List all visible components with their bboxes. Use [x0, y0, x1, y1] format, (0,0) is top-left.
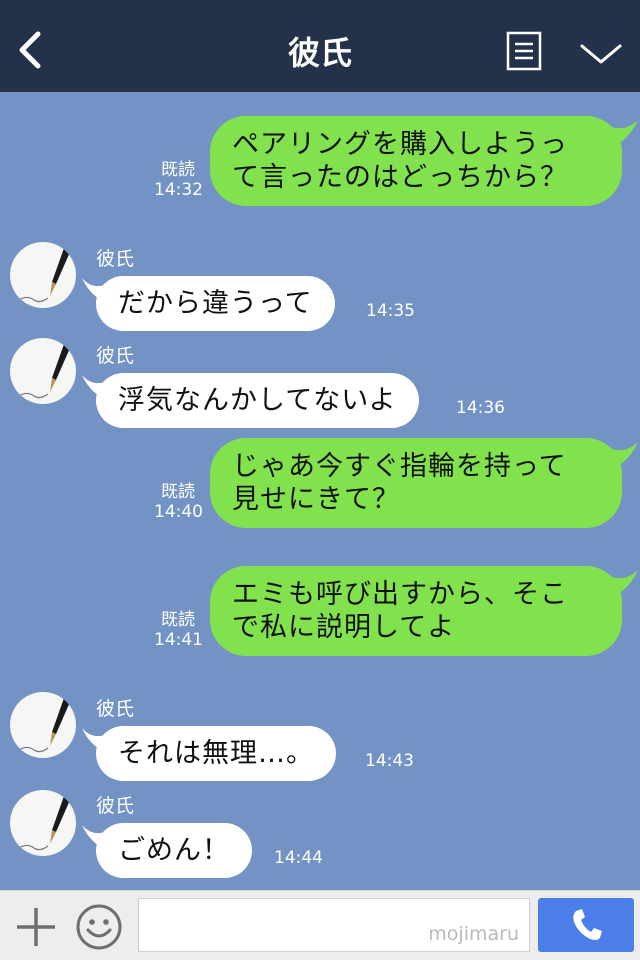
plus-icon: [17, 908, 55, 946]
message-time: 14:35: [366, 301, 415, 321]
message-time: 14:44: [274, 848, 323, 868]
sender-name: 彼氏: [96, 698, 135, 720]
their-message-bubble[interactable]: ごめん！: [96, 823, 252, 878]
sender-name: 彼氏: [96, 345, 135, 367]
message-time: 14:43: [365, 751, 414, 771]
message-meta: 既読 14:40: [154, 482, 203, 522]
fountain-pen-icon: [15, 344, 70, 399]
chat-title: 彼氏: [287, 34, 352, 72]
message-meta: 既読 14:41: [154, 610, 203, 650]
my-message-bubble[interactable]: ペアリングを購入しようっ て言ったのはどっちから？: [210, 116, 622, 206]
read-receipt: 既読: [161, 482, 195, 502]
message-meta: 既読 14:32: [154, 160, 203, 200]
fountain-pen-icon: [15, 796, 70, 851]
avatar[interactable]: [10, 242, 76, 308]
avatar[interactable]: [10, 790, 76, 856]
my-message-bubble[interactable]: じゃあ今すぐ指輪を持って 見せにきて？: [210, 438, 622, 528]
sender-name: 彼氏: [96, 795, 135, 817]
read-receipt: 既読: [161, 610, 195, 630]
chat-header: 彼氏: [0, 0, 640, 92]
call-button[interactable]: [538, 898, 634, 952]
their-message-bubble[interactable]: 浮気なんかしてないよ: [96, 373, 419, 428]
avatar[interactable]: [10, 692, 76, 758]
sender-name: 彼氏: [96, 248, 135, 270]
my-message-bubble[interactable]: エミも呼び出すから、そこ で私に説明してよ: [210, 566, 622, 656]
chevron-down-icon: [580, 44, 622, 64]
notes-button[interactable]: [506, 31, 542, 71]
message-time: 14:41: [154, 630, 203, 650]
input-bar: mojimaru: [0, 890, 640, 960]
sticker-button[interactable]: [74, 902, 124, 952]
fountain-pen-icon: [15, 698, 70, 753]
fountain-pen-icon: [15, 248, 70, 303]
add-button[interactable]: [14, 905, 58, 949]
read-receipt: 既読: [161, 160, 195, 180]
watermark: mojimaru: [428, 923, 519, 945]
expand-menu-button[interactable]: [578, 38, 624, 68]
message-input[interactable]: mojimaru: [138, 898, 530, 952]
their-message-bubble[interactable]: だから違うって: [96, 276, 335, 331]
their-message-bubble[interactable]: それは無理…。: [96, 726, 336, 781]
message-time: 14:40: [154, 502, 203, 522]
message-list[interactable]: 既読 14:32 ペアリングを購入しようっ て言ったのはどっちから？ 彼氏 だか…: [0, 92, 640, 890]
notes-icon: [506, 31, 542, 71]
message-time: 14:36: [456, 398, 505, 418]
avatar[interactable]: [10, 338, 76, 404]
phone-icon: [573, 909, 602, 940]
smiley-icon: [76, 904, 122, 950]
message-time: 14:32: [154, 180, 203, 200]
